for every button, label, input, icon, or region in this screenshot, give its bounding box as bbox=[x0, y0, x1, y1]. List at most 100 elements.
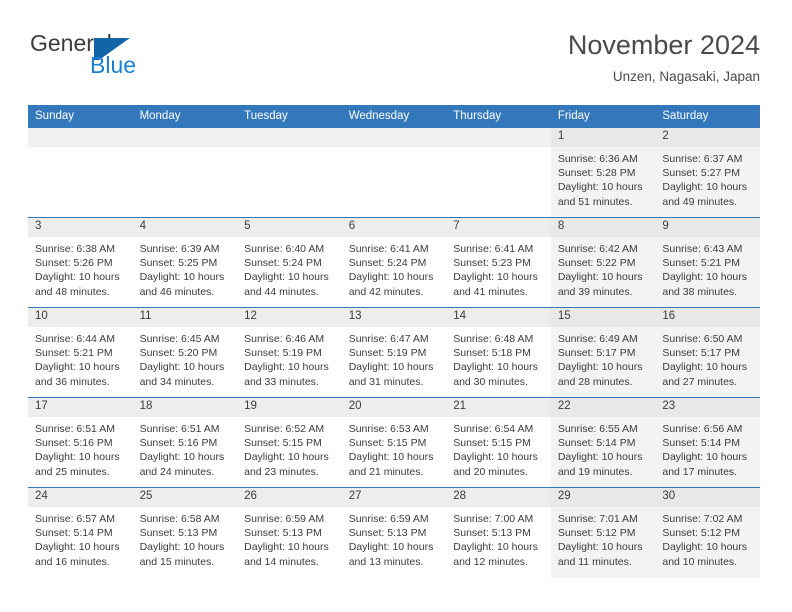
sunset-text: Sunset: 5:19 PM bbox=[348, 347, 427, 360]
day-details: Sunrise: 6:52 AM Sunset: 5:15 PM Daylight:… bbox=[237, 417, 342, 479]
calendar-week-row: 24 Sunrise: 6:57 AM Sunset: 5:14 PM Dayligh… bbox=[28, 487, 760, 578]
calendar-day-cell[interactable]: 2 Sunrise: 6:37 AM Sunset: 5:27 PM Daylight… bbox=[655, 127, 760, 218]
calendar-week-row: 1 Sunrise: 6:36 AM Sunset: 5:28 PM Daylight… bbox=[28, 127, 760, 218]
day-details: Sunrise: 6:55 AM Sunset: 5:14 PM Daylight:… bbox=[551, 417, 656, 479]
day-details: Sunrise: 6:50 AM Sunset: 5:17 PM Daylight:… bbox=[655, 327, 760, 389]
sunset-text: Sunset: 5:28 PM bbox=[557, 167, 636, 180]
day-number bbox=[28, 128, 133, 147]
calendar-day-cell[interactable]: 21 Sunrise: 6:54 AM Sunset: 5:15 PM Dayligh… bbox=[446, 397, 551, 488]
calendar-day-cell[interactable]: 20 Sunrise: 6:53 AM Sunset: 5:15 PM Dayligh… bbox=[341, 397, 447, 488]
weekday-header-monday: Monday bbox=[132, 105, 238, 128]
sunset-text: Sunset: 5:17 PM bbox=[662, 347, 741, 360]
calendar-page: General Blue November 2024 Unzen, Nagasa… bbox=[0, 0, 792, 612]
calendar-day-cell[interactable]: 25 Sunrise: 6:58 AM Sunset: 5:13 PM Dayligh… bbox=[132, 487, 238, 578]
sunrise-text: Sunrise: 6:38 AM bbox=[35, 243, 115, 255]
day-details: Sunrise: 6:40 AM Sunset: 5:24 PM Daylight:… bbox=[237, 237, 342, 299]
sunset-text: Sunset: 5:18 PM bbox=[453, 347, 531, 360]
calendar-day-cell[interactable]: 18 Sunrise: 6:51 AM Sunset: 5:16 PM Dayligh… bbox=[132, 397, 238, 488]
calendar-day-cell[interactable]: 11 Sunrise: 6:45 AM Sunset: 5:20 PM Dayligh… bbox=[132, 307, 238, 398]
day-number: 29 bbox=[550, 488, 656, 507]
calendar-day-cell[interactable]: 30 Sunrise: 7:02 AM Sunset: 5:12 PM Dayligh… bbox=[655, 487, 760, 578]
daylight-text-line2: and 24 minutes. bbox=[139, 465, 215, 478]
day-number: 10 bbox=[28, 308, 133, 327]
calendar-day-cell[interactable]: 14 Sunrise: 6:48 AM Sunset: 5:18 PM Dayligh… bbox=[446, 307, 551, 398]
daylight-text-line2: and 19 minutes. bbox=[557, 465, 633, 478]
day-details: Sunrise: 6:41 AM Sunset: 5:23 PM Daylight:… bbox=[446, 237, 551, 299]
sunset-text: Sunset: 5:16 PM bbox=[35, 437, 113, 450]
sunset-text: Sunset: 5:27 PM bbox=[662, 167, 741, 180]
calendar-day-cell[interactable]: 15 Sunrise: 6:49 AM Sunset: 5:17 PM Dayligh… bbox=[550, 307, 656, 398]
sunrise-text: Sunrise: 6:55 AM bbox=[557, 423, 638, 435]
day-number: 9 bbox=[655, 218, 760, 237]
day-details: Sunrise: 6:43 AM Sunset: 5:21 PM Daylight:… bbox=[655, 237, 760, 299]
day-number: 13 bbox=[341, 308, 447, 327]
sunrise-text: Sunrise: 6:53 AM bbox=[348, 423, 429, 435]
calendar-day-cell[interactable]: 26 Sunrise: 6:59 AM Sunset: 5:13 PM Dayligh… bbox=[237, 487, 342, 578]
calendar-day-cell[interactable]: 8 Sunrise: 6:42 AM Sunset: 5:22 PM Daylight… bbox=[550, 217, 656, 308]
calendar-day-cell[interactable]: 19 Sunrise: 6:52 AM Sunset: 5:15 PM Dayligh… bbox=[237, 397, 342, 488]
day-number: 8 bbox=[550, 218, 656, 237]
daylight-text-line2: and 44 minutes. bbox=[244, 285, 319, 298]
day-number: 21 bbox=[446, 398, 551, 417]
calendar-day-cell[interactable]: 3 Sunrise: 6:38 AM Sunset: 5:26 PM Daylight… bbox=[28, 217, 133, 308]
calendar-header-row: Sunday Monday Tuesday Wednesday Thursday… bbox=[28, 105, 760, 128]
day-details: Sunrise: 6:59 AM Sunset: 5:13 PM Daylight:… bbox=[342, 507, 447, 569]
calendar-day-cell[interactable]: 28 Sunrise: 7:00 AM Sunset: 5:13 PM Dayligh… bbox=[446, 487, 551, 578]
sunrise-text: Sunrise: 6:37 AM bbox=[662, 153, 743, 165]
calendar-day-cell[interactable]: 22 Sunrise: 6:55 AM Sunset: 5:14 PM Dayligh… bbox=[550, 397, 656, 488]
day-number bbox=[237, 128, 342, 147]
general-blue-logo[interactable]: General Blue bbox=[28, 30, 228, 88]
location-subtitle: Unzen, Nagasaki, Japan bbox=[612, 69, 760, 84]
sunrise-text: Sunrise: 6:51 AM bbox=[35, 423, 115, 435]
daylight-text-line2: and 36 minutes. bbox=[35, 375, 110, 388]
day-number: 14 bbox=[446, 308, 551, 327]
calendar-day-cell[interactable]: 16 Sunrise: 6:50 AM Sunset: 5:17 PM Dayligh… bbox=[655, 307, 760, 398]
daylight-text-line2: and 25 minutes. bbox=[35, 465, 110, 478]
daylight-text-line2: and 14 minutes. bbox=[244, 555, 319, 568]
calendar-day-cell[interactable]: 6 Sunrise: 6:41 AM Sunset: 5:24 PM Daylight… bbox=[341, 217, 447, 308]
day-details: Sunrise: 6:48 AM Sunset: 5:18 PM Daylight:… bbox=[446, 327, 551, 389]
calendar-day-cell[interactable]: 10 Sunrise: 6:44 AM Sunset: 5:21 PM Dayligh… bbox=[28, 307, 133, 398]
sunrise-text: Sunrise: 6:41 AM bbox=[348, 243, 429, 255]
sunrise-text: Sunrise: 6:49 AM bbox=[557, 333, 638, 345]
daylight-text-line2: and 39 minutes. bbox=[557, 285, 633, 298]
daylight-text-line2: and 49 minutes. bbox=[662, 195, 738, 208]
daylight-text-line1: Daylight: 10 hours bbox=[662, 361, 748, 374]
day-number: 6 bbox=[341, 218, 447, 237]
daylight-text-line2: and 11 minutes. bbox=[557, 555, 632, 568]
day-number: 24 bbox=[28, 488, 133, 507]
daylight-text-line1: Daylight: 10 hours bbox=[557, 541, 643, 554]
calendar-day-cell[interactable]: 9 Sunrise: 6:43 AM Sunset: 5:21 PM Daylight… bbox=[655, 217, 760, 308]
sunset-text: Sunset: 5:12 PM bbox=[557, 527, 636, 540]
day-number: 26 bbox=[237, 488, 342, 507]
calendar-day-cell[interactable]: 4 Sunrise: 6:39 AM Sunset: 5:25 PM Daylight… bbox=[132, 217, 238, 308]
calendar-day-cell[interactable]: 1 Sunrise: 6:36 AM Sunset: 5:28 PM Daylight… bbox=[550, 127, 656, 218]
sunset-text: Sunset: 5:24 PM bbox=[348, 257, 427, 270]
day-number: 22 bbox=[550, 398, 656, 417]
daylight-text-line2: and 27 minutes. bbox=[662, 375, 738, 388]
calendar-day-cell[interactable]: 5 Sunrise: 6:40 AM Sunset: 5:24 PM Daylight… bbox=[237, 217, 342, 308]
daylight-text-line1: Daylight: 10 hours bbox=[139, 271, 225, 284]
day-details: Sunrise: 6:39 AM Sunset: 5:25 PM Daylight:… bbox=[133, 237, 238, 299]
calendar-day-cell[interactable]: 17 Sunrise: 6:51 AM Sunset: 5:16 PM Dayligh… bbox=[28, 397, 133, 488]
day-details: Sunrise: 7:01 AM Sunset: 5:12 PM Daylight:… bbox=[551, 507, 656, 569]
weekday-header-row: Sunday Monday Tuesday Wednesday Thursday… bbox=[28, 105, 760, 128]
sunset-text: Sunset: 5:23 PM bbox=[453, 257, 531, 270]
day-number: 30 bbox=[655, 488, 760, 507]
calendar-day-cell[interactable]: 29 Sunrise: 7:01 AM Sunset: 5:12 PM Dayligh… bbox=[550, 487, 656, 578]
calendar-day-cell[interactable]: 27 Sunrise: 6:59 AM Sunset: 5:13 PM Dayligh… bbox=[341, 487, 447, 578]
calendar-day-cell[interactable]: 23 Sunrise: 6:56 AM Sunset: 5:14 PM Dayligh… bbox=[655, 397, 760, 488]
day-number: 5 bbox=[237, 218, 342, 237]
calendar-day-cell[interactable]: 13 Sunrise: 6:47 AM Sunset: 5:19 PM Dayligh… bbox=[341, 307, 447, 398]
calendar-day-cell[interactable]: 24 Sunrise: 6:57 AM Sunset: 5:14 PM Dayligh… bbox=[28, 487, 133, 578]
daylight-text-line1: Daylight: 10 hours bbox=[662, 541, 748, 554]
weekday-header-saturday: Saturday bbox=[655, 105, 760, 128]
sunrise-text: Sunrise: 6:56 AM bbox=[662, 423, 743, 435]
day-details: Sunrise: 6:36 AM Sunset: 5:28 PM Daylight:… bbox=[551, 147, 656, 209]
day-number: 4 bbox=[132, 218, 238, 237]
day-number: 23 bbox=[655, 398, 760, 417]
calendar-day-cell[interactable]: 7 Sunrise: 6:41 AM Sunset: 5:23 PM Daylight… bbox=[446, 217, 551, 308]
calendar-day-cell[interactable]: 12 Sunrise: 6:46 AM Sunset: 5:19 PM Dayligh… bbox=[237, 307, 342, 398]
title-block: November 2024 Unzen, Nagasaki, Japan bbox=[568, 28, 760, 88]
daylight-text-line1: Daylight: 10 hours bbox=[557, 361, 643, 374]
